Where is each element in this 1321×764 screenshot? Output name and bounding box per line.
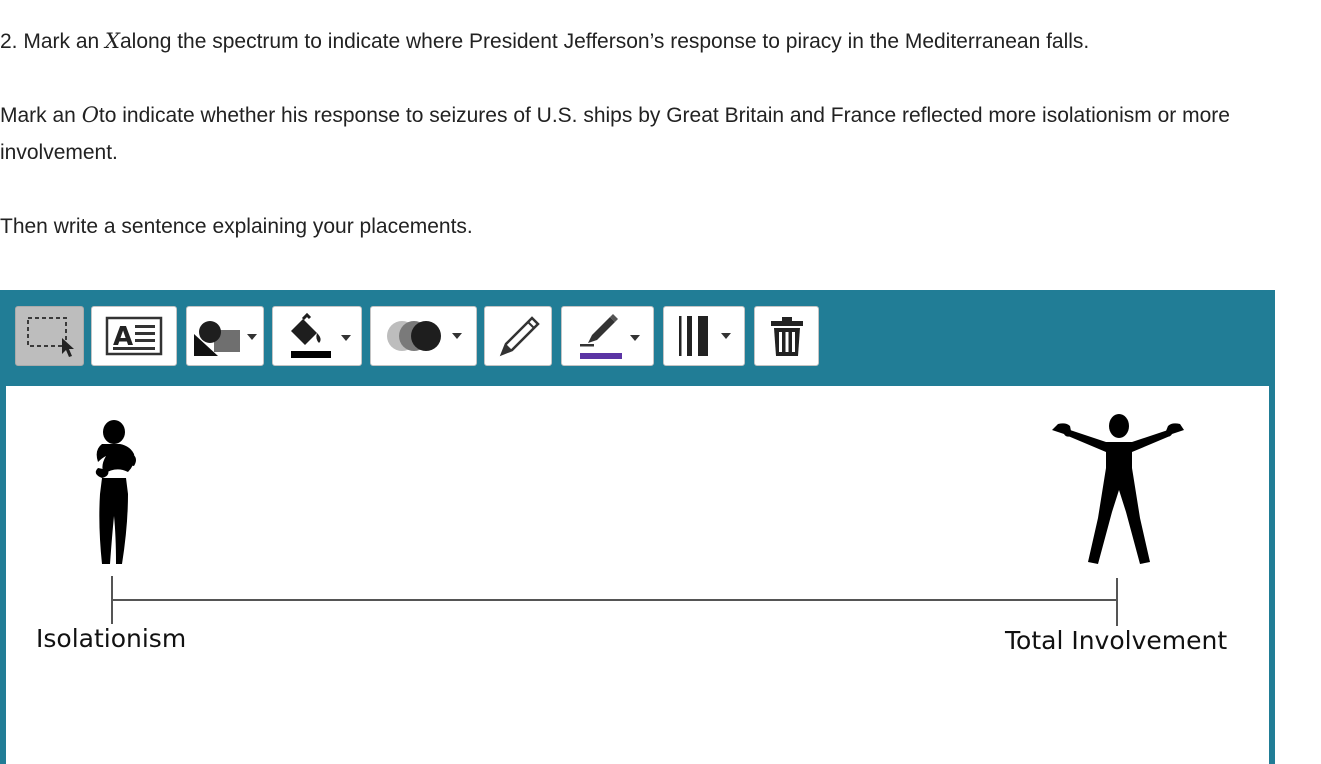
- mark-o-letter: O: [81, 103, 99, 127]
- line-color-tool-button[interactable]: [561, 306, 654, 366]
- question-line-3: Then write a sentence explaining your pl…: [0, 215, 473, 238]
- involvement-figure-icon: [1052, 414, 1184, 564]
- question-line-1: 2. Mark an Xalong the spectrum to indica…: [0, 23, 1089, 60]
- chevron-down-icon: [721, 333, 731, 339]
- line-width-tool-button[interactable]: [663, 306, 745, 366]
- trash-icon: [770, 317, 803, 356]
- shapes-tool-button[interactable]: [186, 306, 264, 366]
- dashed-select-cursor-icon: [26, 317, 74, 357]
- spectrum-drawing: [95, 414, 1184, 626]
- chevron-down-icon: [629, 335, 640, 341]
- line-color-swatch: [579, 353, 622, 359]
- isolationist-figure-icon: [95, 420, 136, 564]
- shapes-icon: [194, 321, 257, 356]
- isolationism-label: Isolationism: [36, 624, 187, 653]
- pencil-icon: [499, 316, 540, 357]
- question-suffix-2: to indicate whether his response to seiz…: [0, 104, 1230, 164]
- chevron-down-icon: [451, 333, 462, 339]
- chevron-down-icon: [341, 335, 351, 341]
- question-suffix-1: along the spectrum to indicate where Pre…: [120, 30, 1090, 53]
- opacity-tool-button[interactable]: [370, 306, 477, 366]
- pencil-tool-button[interactable]: [484, 306, 552, 366]
- overlapping-circles-icon: [386, 321, 462, 351]
- delete-tool-button[interactable]: [754, 306, 819, 366]
- paint-bucket-icon: [291, 312, 351, 358]
- text-tool-button[interactable]: A: [91, 306, 177, 366]
- drawing-canvas[interactable]: Isolationism Total Involvement: [6, 386, 1269, 764]
- total-involvement-label: Total Involvement: [1005, 626, 1228, 655]
- text-box-icon: A: [105, 316, 163, 356]
- chevron-down-icon: [247, 334, 257, 340]
- question-line-2: Mark an Oto indicate whether his respons…: [0, 97, 1300, 171]
- drawing-toolbar: A: [0, 290, 1275, 386]
- question-prefix-1: 2. Mark an: [0, 30, 106, 53]
- line-width-icon: [679, 316, 731, 356]
- pen-line-color-icon: [579, 314, 640, 359]
- fill-color-tool-button[interactable]: [272, 306, 362, 366]
- drawing-tool-frame: A Isolationism Total Involvement: [0, 290, 1275, 764]
- select-tool-button[interactable]: [15, 306, 84, 366]
- mark-x-letter: X: [105, 29, 120, 53]
- question-prefix-2: Mark an: [0, 104, 82, 127]
